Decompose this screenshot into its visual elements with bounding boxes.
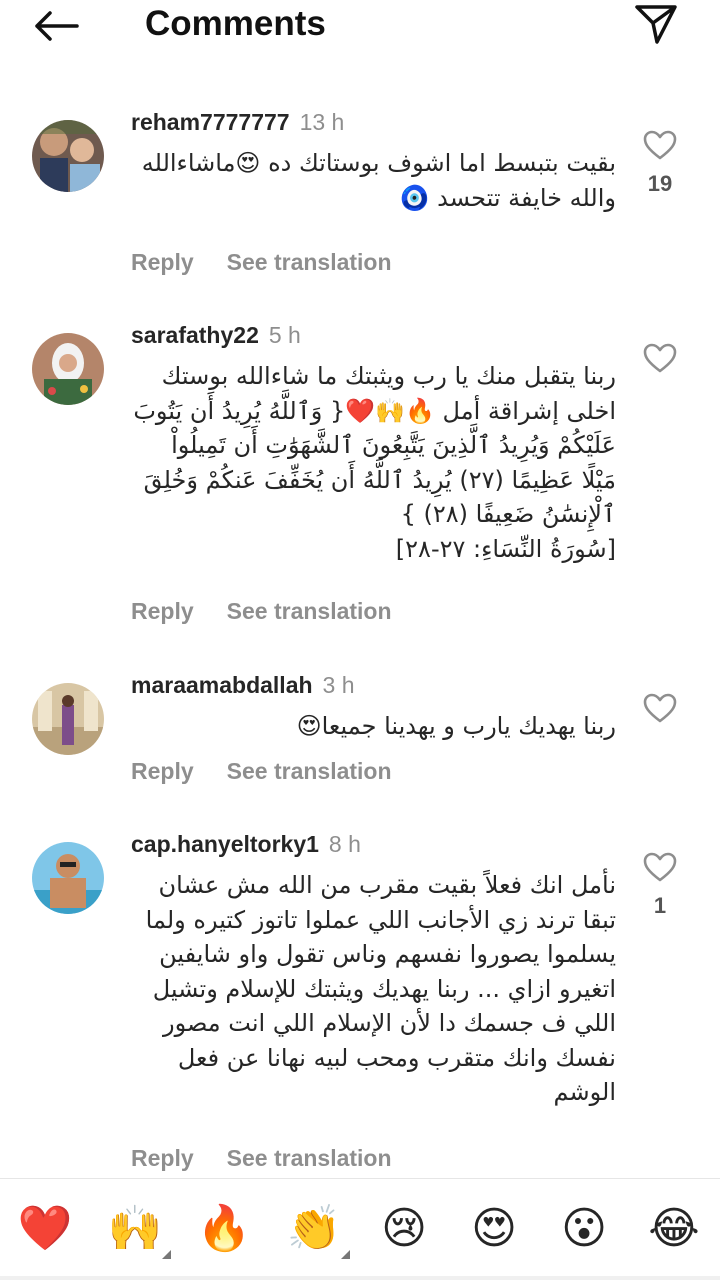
comment-text: ربنا يهديك يارب و يهدينا جميعا😍: [131, 709, 616, 744]
username[interactable]: sarafathy22: [131, 322, 259, 348]
comment-line: ٱلْإِنسَٰنُ ضَعِيفًا (٢٨) }: [400, 500, 616, 528]
comment-line: نفسك وانك متقرب ومحب لبيه نهانا عن فعل: [177, 1043, 616, 1072]
comment-text: بقيت بتبسط اما اشوف بوستاتك ده 😍ماشاءالل…: [131, 146, 616, 215]
comment-line: مَيْلًا عَظِيمًا (٢٧) يُرِيدُ ٱللَّهُ أَ…: [143, 465, 616, 494]
reaction-raising-hands[interactable]: 🙌: [107, 1201, 171, 1259]
avatar[interactable]: [32, 120, 104, 192]
heart-outline-icon: [643, 130, 677, 160]
timestamp: 13 h: [299, 109, 345, 135]
raising-hands-icon: 🙌: [107, 1204, 163, 1253]
comment-line: بقيت بتبسط اما اشوف بوستاتك ده 😍ماشاءالل…: [141, 149, 616, 177]
comment-line: اخلى إشراقة أمل 🔥🙌❤️{ وَٱللَّهُ يُرِيدُ …: [133, 396, 616, 425]
see-translation-button[interactable]: See translation: [227, 1145, 392, 1171]
heart-eyes-icon: 😍: [471, 1204, 517, 1253]
see-translation-button[interactable]: See translation: [227, 598, 392, 624]
back-button[interactable]: [30, 6, 82, 46]
avatar[interactable]: [32, 333, 104, 405]
like-button[interactable]: [640, 343, 680, 385]
like-count: 1: [653, 893, 667, 918]
arrow-left-icon: [35, 11, 79, 41]
surprised-face-icon: 😮: [561, 1204, 607, 1253]
like-button[interactable]: 1: [640, 852, 680, 918]
comment-line: نأمل انك فعلاً بقيت مقرب من الله مش عشان: [158, 871, 617, 899]
quick-reaction-bar: ❤️ 🙌 🔥 👏 😢 😍 😮 😂: [0, 1178, 720, 1280]
clapping-hands-icon: 👏: [286, 1204, 342, 1253]
heart-outline-icon: [643, 852, 677, 882]
timestamp: 5 h: [268, 322, 301, 348]
like-count: 19: [647, 171, 673, 196]
tears-of-joy-icon: 😂: [648, 1204, 700, 1253]
gesture-bar: [0, 1276, 720, 1280]
skin-tone-indicator: [341, 1250, 350, 1259]
reaction-heart[interactable]: ❤️: [17, 1201, 73, 1257]
timestamp: 3 h: [322, 672, 355, 698]
comment-text: ربنا يتقبل منك يا رب ويثبتك ما شاءالله ب…: [131, 359, 616, 566]
paper-plane-icon: [635, 5, 677, 44]
comment-line: الوشم: [553, 1078, 616, 1106]
heart-outline-icon: [643, 693, 677, 723]
reply-button[interactable]: Reply: [131, 758, 194, 784]
see-translation-button[interactable]: See translation: [227, 758, 392, 784]
reaction-crying[interactable]: 😢: [376, 1201, 432, 1257]
username[interactable]: maraamabdallah: [131, 672, 313, 698]
fire-icon: 🔥: [196, 1204, 252, 1253]
red-heart-icon: ❤️: [17, 1204, 73, 1253]
comment-line: اللي ف جسمك دا لأن الإسلام اللي انت مصور: [163, 1009, 616, 1037]
reply-button[interactable]: Reply: [131, 249, 194, 275]
crying-face-icon: 😢: [381, 1204, 427, 1253]
reply-button[interactable]: Reply: [131, 1145, 194, 1171]
comment-line: والله خايفة تتحسد 🧿: [399, 183, 616, 212]
share-button[interactable]: [632, 2, 680, 46]
heart-outline-icon: [643, 343, 677, 373]
like-button[interactable]: [640, 693, 680, 735]
reply-button[interactable]: Reply: [131, 598, 194, 624]
timestamp: 8 h: [328, 831, 361, 857]
reaction-fire[interactable]: 🔥: [196, 1201, 252, 1257]
comment-line: [سُورَةُ النِّسَاءِ: ٢٧-٢٨]: [395, 534, 616, 563]
reaction-surprised[interactable]: 😮: [556, 1201, 612, 1257]
comment-line: اتغيرو ازاي ... ربنا يهديك ويثبتك للإسلا…: [152, 974, 616, 1003]
avatar[interactable]: [32, 842, 104, 914]
comment-text: نأمل انك فعلاً بقيت مقرب من الله مش عشان…: [131, 868, 616, 1110]
avatar[interactable]: [32, 683, 104, 755]
comment-line: ربنا يهديك يارب و يهدينا جميعا😍: [296, 712, 616, 740]
see-translation-button[interactable]: See translation: [227, 249, 392, 275]
username[interactable]: cap.hanyeltorky1: [131, 831, 319, 857]
page-title: Comments: [145, 4, 326, 43]
comment-line: يسلموا يصوروا نفسهم وناس تقول واو شايفين: [159, 940, 616, 968]
username[interactable]: reham7777777: [131, 109, 290, 135]
comment-line: تبقا ترند زي الأجانب اللي عملوا تاتوز كت…: [145, 905, 616, 934]
reaction-heart-eyes[interactable]: 😍: [466, 1201, 522, 1257]
like-button[interactable]: 19: [640, 130, 680, 196]
header-bar: Comments: [0, 0, 720, 56]
skin-tone-indicator: [162, 1250, 171, 1259]
comment-line: عَلَيْكُمْ وَيُرِيدُ ٱلَّذِينَ يَتَّبِعُ…: [171, 431, 616, 459]
comment-line: ربنا يتقبل منك يا رب ويثبتك ما شاءالله ب…: [161, 362, 616, 390]
reaction-clapping[interactable]: 👏: [286, 1201, 350, 1259]
reaction-laughing[interactable]: 😂: [646, 1201, 702, 1257]
